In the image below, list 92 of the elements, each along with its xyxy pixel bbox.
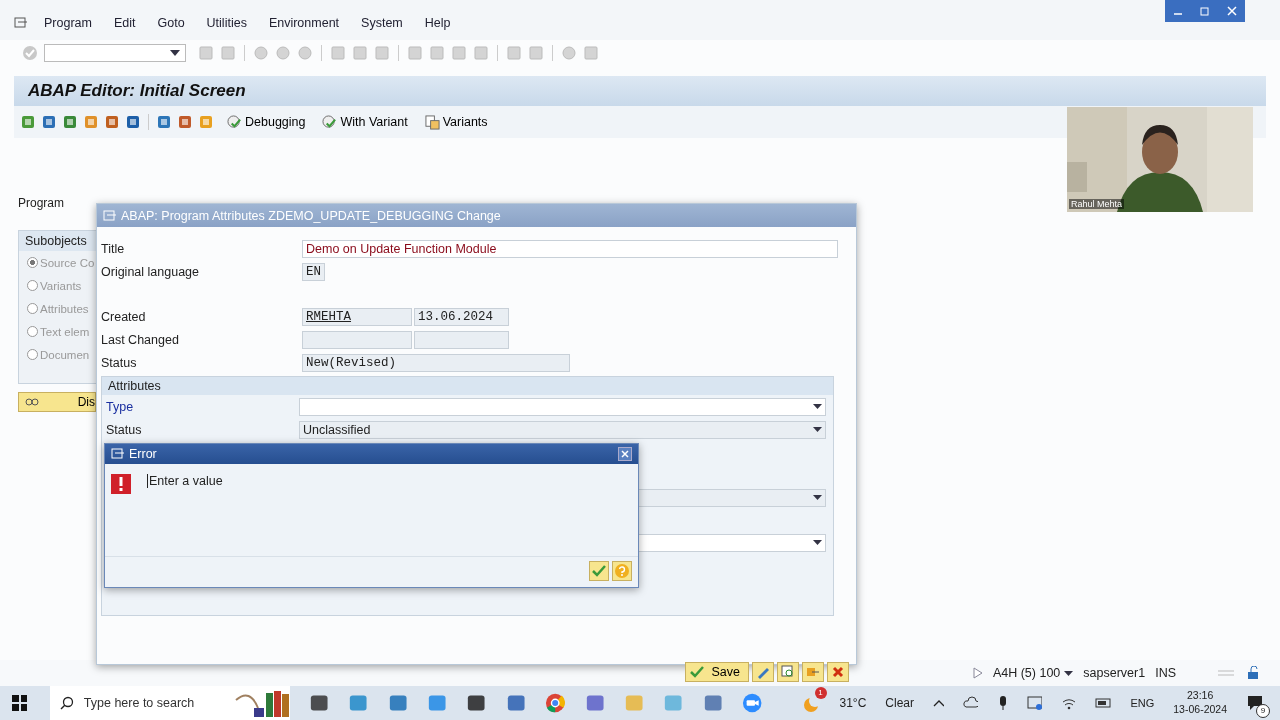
field-label: Status <box>105 422 143 437</box>
search-button[interactable] <box>777 662 799 682</box>
glasses-icon <box>25 396 39 408</box>
group-title: Attributes <box>102 377 833 395</box>
search-icon <box>781 665 795 679</box>
language-indicator[interactable]: ENG <box>1130 697 1155 709</box>
documents-icon <box>424 114 440 130</box>
field-label: Status <box>101 355 138 370</box>
status-field[interactable]: New(Revised) <box>302 353 570 372</box>
notification-count: 9 <box>1256 704 1270 718</box>
checkmark-icon <box>689 666 704 678</box>
user-field[interactable]: RMEHTA <box>302 307 412 326</box>
date-field[interactable]: 13.06.2024 <box>414 307 509 326</box>
radio-label: Attributes <box>40 302 89 315</box>
confirm-button[interactable] <box>589 561 609 581</box>
field-label: Created <box>101 309 147 324</box>
dropdown-icon <box>813 404 822 409</box>
restore-icon[interactable] <box>1199 5 1211 17</box>
pencil-button[interactable] <box>752 662 774 682</box>
dialog-title: Error <box>129 447 157 461</box>
books-icon <box>233 688 290 718</box>
save-button[interactable]: Save <box>684 662 749 682</box>
command-field[interactable] <box>44 44 186 62</box>
user-field[interactable] <box>302 330 412 349</box>
notification-badge: 1 <box>814 687 827 699</box>
checkmark-icon <box>592 565 606 577</box>
menu-item[interactable]: Program <box>44 16 92 30</box>
search-field[interactable]: Type here to search <box>81 695 226 711</box>
toolbar-button[interactable]: With Variant <box>318 114 412 130</box>
menu-item[interactable]: Environment <box>268 16 340 30</box>
screen-title: ABAP Editor: Initial Screen <box>28 81 246 101</box>
insert-mode: INS <box>1155 666 1176 680</box>
dropdown-icon <box>813 540 822 545</box>
menu-item[interactable]: System <box>361 16 403 30</box>
search-bar[interactable]: Type here to search <box>49 686 290 720</box>
radio-button[interactable] <box>27 280 38 291</box>
menu-item[interactable]: Utilities <box>206 16 247 30</box>
radio-label: Text elem <box>40 325 90 338</box>
display-button[interactable]: Dis <box>18 392 96 412</box>
language-field[interactable]: EN <box>302 262 325 281</box>
title-field[interactable]: Demo on Update Function Module <box>302 239 838 258</box>
caret-up-icon[interactable] <box>933 698 945 708</box>
transfer-button[interactable] <box>802 662 824 682</box>
cancel-button[interactable] <box>827 662 849 682</box>
close-icon[interactable] <box>618 447 632 461</box>
field-label: Type <box>105 399 135 414</box>
error-message: Enter a value <box>147 474 223 488</box>
radio-button[interactable] <box>27 326 38 337</box>
system-info[interactable]: A4H (5) 100 <box>992 666 1061 680</box>
field-label: Program <box>18 196 64 210</box>
toolbar-button[interactable]: Variants <box>420 114 492 130</box>
notification-icon[interactable] <box>1246 694 1264 712</box>
close-icon <box>832 666 844 678</box>
search-icon <box>59 696 74 710</box>
menu-item[interactable]: Goto <box>157 16 185 30</box>
date-field[interactable] <box>414 330 509 349</box>
lock-icon[interactable] <box>1246 666 1260 680</box>
dropdown-icon <box>813 427 822 432</box>
error-icon <box>111 474 131 494</box>
windows-logo-icon[interactable] <box>12 695 27 711</box>
menu-item[interactable]: Edit <box>113 16 136 30</box>
menu-icon[interactable] <box>14 17 28 29</box>
clock-date[interactable]: 13-06-2024 <box>1173 703 1227 717</box>
radio-label: Source Co <box>40 256 95 269</box>
field-label: Original language <box>101 264 200 279</box>
server-name: sapserver1 <box>1083 666 1146 680</box>
play-icon[interactable] <box>972 667 983 679</box>
menu-item[interactable]: Help <box>424 16 451 30</box>
status-dropdown[interactable]: Unclassified <box>299 420 826 439</box>
wifi-icon[interactable] <box>1060 696 1076 710</box>
chrome-icon[interactable] <box>545 692 566 714</box>
dialog-title: ABAP: Program Attributes ZDEMO_UPDATE_DEBUGGING Change <box>121 208 501 223</box>
temperature: 31°C <box>839 696 867 710</box>
weather-text: Clear <box>885 696 914 710</box>
field-label: Last Changed <box>101 332 180 347</box>
check-circle-icon[interactable] <box>22 45 38 61</box>
participant-name: Rahul Mehta <box>1069 199 1125 209</box>
radio-button[interactable] <box>27 303 38 314</box>
video-app-icon[interactable] <box>742 692 763 714</box>
cloud-icon[interactable] <box>963 696 978 710</box>
dropdown-icon <box>170 50 180 56</box>
radio-label: Variants <box>40 279 82 292</box>
toolbar-button[interactable]: Debugging <box>223 114 310 130</box>
battery-icon[interactable] <box>1094 698 1112 708</box>
radio-button[interactable] <box>27 257 38 268</box>
radio-label: Documen <box>40 348 90 361</box>
clock-time[interactable]: 23:16 <box>1187 689 1214 703</box>
caret-down-icon[interactable] <box>1064 670 1074 676</box>
group-title: Subobjects <box>19 231 97 251</box>
field-label: Title <box>101 241 126 256</box>
radio-button[interactable] <box>27 349 38 360</box>
dropdown-icon <box>813 495 822 500</box>
